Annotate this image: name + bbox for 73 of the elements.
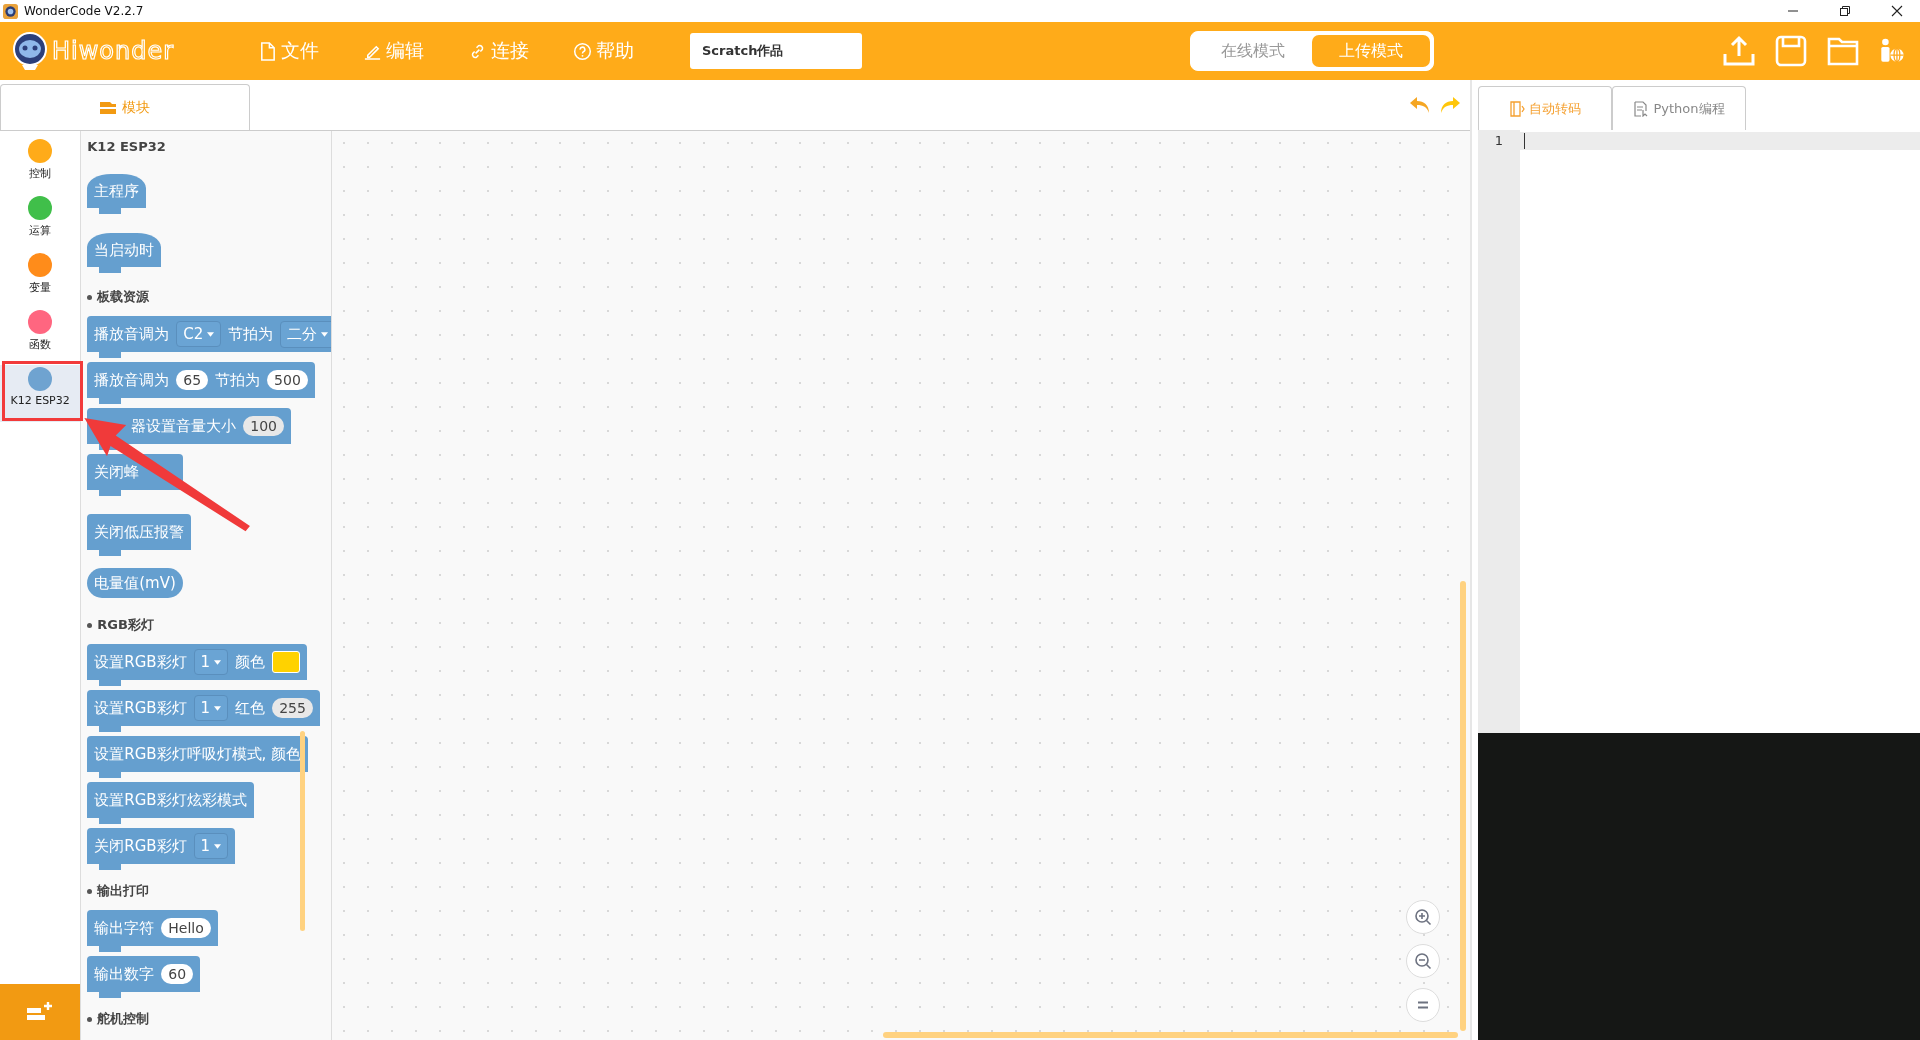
code-tab[interactable]: 自动转码 xyxy=(1478,86,1612,130)
block-input[interactable]: 100 xyxy=(243,416,284,436)
window-title: WonderCode V2.2.7 xyxy=(24,4,144,18)
text-cursor xyxy=(1524,133,1525,149)
menu-item[interactable]: 帮助 xyxy=(565,34,642,68)
code-block[interactable]: 关闭低压报警 xyxy=(87,514,192,556)
menu-item[interactable]: 连接 xyxy=(460,34,537,68)
section-heading: 板载资源 xyxy=(87,288,150,306)
hat-block[interactable]: 主程序 xyxy=(87,174,147,214)
robot-logo-icon xyxy=(10,31,50,71)
category-item[interactable]: 变量 xyxy=(0,251,81,308)
code-block[interactable]: 播放音调为 65 节拍为 500 xyxy=(87,362,315,404)
code-book-icon xyxy=(1509,100,1525,117)
menu-item[interactable]: 文件 xyxy=(250,34,327,68)
category-item[interactable]: 函数 xyxy=(0,308,81,365)
code-block[interactable]: 关闭RGB彩灯 1 xyxy=(87,828,236,870)
caret-icon xyxy=(214,659,222,665)
block-input[interactable]: 60 xyxy=(161,964,194,984)
restore-icon[interactable] xyxy=(1839,5,1851,17)
code-editor[interactable]: 1 xyxy=(1478,130,1920,733)
hat-block[interactable]: 当启动时 xyxy=(87,233,162,273)
project-name-field[interactable]: Scratch作品 xyxy=(690,33,862,69)
close-icon[interactable] xyxy=(1891,5,1903,17)
code-block[interactable]: 器设置音量大小 100 xyxy=(87,408,291,450)
document-pointer-icon xyxy=(1633,100,1650,117)
section-heading: 输出打印 xyxy=(87,882,150,900)
block-input[interactable]: Hello xyxy=(161,918,211,938)
document-icon xyxy=(258,41,277,61)
code-block[interactable]: 输出数字 60 xyxy=(87,956,201,998)
block-dropdown[interactable]: C2 xyxy=(176,321,222,347)
caret-icon xyxy=(321,331,329,337)
save-icon[interactable] xyxy=(1774,34,1808,68)
code-block[interactable]: 设置RGB彩灯炫彩模式 xyxy=(87,782,254,824)
category-item[interactable]: 运算 xyxy=(0,194,81,251)
zoom-in-icon xyxy=(1413,907,1433,927)
zoom-out-button[interactable] xyxy=(1406,944,1440,978)
caret-icon xyxy=(214,705,222,711)
caret-icon xyxy=(207,331,215,337)
code-block[interactable]: 设置RGB彩灯 1 颜色 xyxy=(87,644,308,686)
redo-icon[interactable] xyxy=(1438,95,1462,115)
add-extension-button[interactable] xyxy=(0,984,81,1040)
reset-zoom-button[interactable] xyxy=(1406,988,1440,1022)
block-dropdown[interactable]: 1 xyxy=(193,649,229,675)
block-input[interactable]: 255 xyxy=(272,698,313,718)
upload-icon[interactable] xyxy=(1722,34,1756,68)
code-tab[interactable]: Python编程 xyxy=(1612,86,1746,130)
category-item[interactable]: K12 ESP32 xyxy=(0,365,81,422)
section-heading: RGB彩灯 xyxy=(87,616,154,634)
block-dropdown[interactable]: 1 xyxy=(193,833,229,859)
category-item[interactable]: 控制 xyxy=(0,137,81,194)
color-swatch[interactable] xyxy=(272,651,301,673)
blocks-icon xyxy=(100,101,116,114)
reporter-block[interactable]: 电量值(mV) xyxy=(87,568,183,598)
section-heading: 舵机控制 xyxy=(87,1010,150,1028)
mode-tab[interactable]: 上传模式 xyxy=(1312,35,1430,67)
zoom-out-icon xyxy=(1413,951,1433,971)
code-block[interactable]: 播放音调为 C2 节拍为 二分 xyxy=(87,316,331,358)
help-icon xyxy=(573,41,592,61)
line-number: 1 xyxy=(1493,132,1505,150)
block-dropdown[interactable]: 1 xyxy=(193,695,229,721)
palette-title: K12 ESP32 xyxy=(87,139,166,154)
app-icon xyxy=(3,3,18,19)
code-block[interactable]: 设置RGB彩灯 1 红色 255 xyxy=(87,690,320,732)
code-block[interactable]: 设置RGB彩灯呼吸灯模式, 颜色 xyxy=(87,736,309,778)
blocks-tab[interactable]: 模块 xyxy=(0,84,250,130)
code-block[interactable]: 输出字符 Hello xyxy=(87,910,218,952)
menu-item[interactable]: 编辑 xyxy=(355,34,432,68)
undo-icon[interactable] xyxy=(1408,95,1432,115)
block-dropdown[interactable]: 二分 xyxy=(280,320,331,348)
caret-icon xyxy=(214,843,222,849)
zoom-in-button[interactable] xyxy=(1406,900,1440,934)
block-input[interactable]: 500 xyxy=(267,370,308,390)
block-input[interactable]: 65 xyxy=(176,370,209,390)
